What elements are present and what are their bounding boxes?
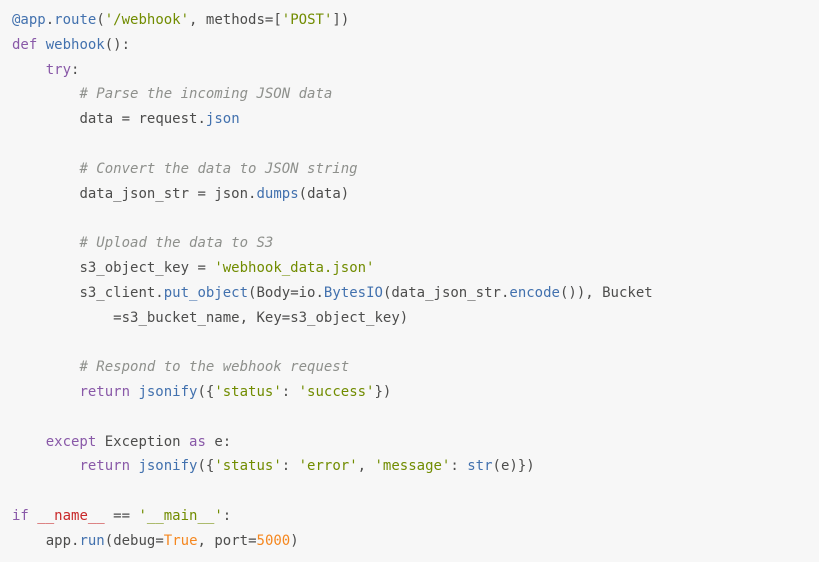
if-keyword: if — [12, 508, 29, 524]
return-keyword: return — [79, 458, 130, 474]
code-line: def webhook(): — [12, 37, 130, 53]
s3-key-string: 'webhook_data.json' — [214, 260, 374, 276]
code-line: s3_object_key = 'webhook_data.json' — [12, 260, 374, 276]
try-keyword: try — [46, 62, 71, 78]
except-keyword: except — [46, 434, 97, 450]
code-line: data_json_str = json.dumps(data) — [12, 186, 349, 202]
as-keyword: as — [189, 434, 206, 450]
code-line: # Convert the data to JSON string — [12, 161, 358, 177]
code-line: s3_client.put_object(Body=io.BytesIO(dat… — [12, 285, 653, 301]
code-line-continuation: =s3_bucket_name, Key=s3_object_key) — [12, 310, 408, 326]
code-line: # Parse the incoming JSON data — [12, 86, 332, 102]
code-line: # Upload the data to S3 — [12, 235, 273, 251]
str-builtin: str — [467, 458, 492, 474]
decorator-route: route — [54, 12, 96, 28]
dunder-name: __name__ — [37, 508, 104, 524]
comment: # Respond to the webhook request — [79, 359, 349, 375]
comment: # Convert the data to JSON string — [79, 161, 357, 177]
return-keyword: return — [79, 384, 130, 400]
code-line: return jsonify({'status': 'success'}) — [12, 384, 391, 400]
code-line: data = request.json — [12, 111, 240, 127]
route-string: '/webhook' — [105, 12, 189, 28]
code-line: if __name__ == '__main__': — [12, 508, 231, 524]
code-line: app.run(debug=True, port=5000) — [12, 533, 299, 549]
def-keyword: def — [12, 37, 37, 53]
code-block: @app.route('/webhook', methods=['POST'])… — [0, 0, 819, 562]
dunder-main-string: '__main__' — [138, 508, 222, 524]
comment: # Upload the data to S3 — [79, 235, 273, 251]
decorator-at: @app — [12, 12, 46, 28]
code-line: # Respond to the webhook request — [12, 359, 349, 375]
function-name: webhook — [46, 37, 105, 53]
method-post-string: 'POST' — [282, 12, 333, 28]
port-literal: 5000 — [257, 533, 291, 549]
code-line: try: — [12, 62, 79, 78]
code-line: return jsonify({'status': 'error', 'mess… — [12, 458, 535, 474]
code-line: except Exception as e: — [12, 434, 231, 450]
code-line: @app.route('/webhook', methods=['POST']) — [12, 12, 349, 28]
comment: # Parse the incoming JSON data — [79, 86, 332, 102]
true-literal: True — [164, 533, 198, 549]
